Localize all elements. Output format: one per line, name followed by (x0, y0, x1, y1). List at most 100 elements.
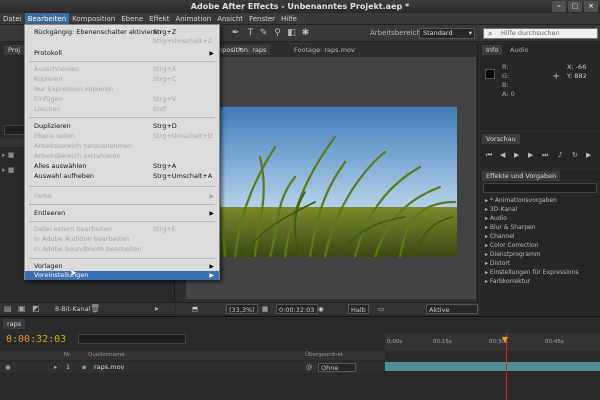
menu-item-lift-work-area[interactable]: Arbeitsbereich herausnehmen (25, 142, 219, 151)
menu-separator (29, 258, 215, 259)
first-frame-icon[interactable]: ⏮ (486, 150, 492, 160)
interpret-footage-icon[interactable]: ▤ (4, 304, 12, 314)
menu-item-label[interactable]: Farbe ▶ (25, 192, 219, 201)
tab-audio[interactable]: Audio (510, 45, 528, 55)
resolution-select[interactable]: Halb (348, 304, 369, 314)
timeline-search-input[interactable] (78, 334, 186, 344)
timeline-timecode[interactable]: 0:00:32:03 (6, 334, 66, 345)
menu-effekt[interactable]: Effekt (146, 13, 172, 24)
effects-category[interactable]: ▸ Color Correction (485, 242, 598, 250)
previous-frame-icon[interactable]: ◀ (500, 150, 505, 160)
menu-item-extract-work-area[interactable]: Arbeitsbereich extrahieren (25, 152, 219, 161)
column-source-name: Quellenname (88, 352, 125, 358)
text-tool-icon[interactable]: T (245, 28, 256, 39)
menu-item-select-all[interactable]: Alles auswählen Strg+A (25, 162, 219, 171)
info-g: G: (502, 72, 510, 80)
menu-hilfe[interactable]: Hilfe (278, 13, 300, 24)
menu-item-edit-in-soundbooth[interactable]: In Adobe Soundbooth bearbeiten (25, 245, 219, 254)
next-frame-icon[interactable]: ▶ (528, 150, 533, 160)
menu-item-redo[interactable]: Strg+Umschalt+Z (25, 37, 219, 46)
effects-category[interactable]: ▸ * Animationsvorgaben (485, 197, 598, 205)
column-nr: Nr. (64, 352, 72, 358)
ram-preview-icon[interactable]: ▶ (586, 150, 591, 160)
menu-item-edit-original[interactable]: Datei extern bearbeiten Strg+E (25, 225, 219, 234)
menu-item-duplicate[interactable]: Duplizieren Strg+D (25, 122, 219, 131)
menu-item-split-layer[interactable]: Ebene teilen Strg+Umschalt+D (25, 132, 219, 141)
menu-ansicht[interactable]: Ansicht (214, 13, 246, 24)
maximize-button[interactable]: □ (568, 1, 582, 12)
menu-item-undo[interactable]: Rückgängig: Ebenenschalter aktivieren Str… (25, 28, 219, 37)
effects-category[interactable]: ▸ Audio (485, 215, 598, 223)
effects-category[interactable]: ▸ Einstellungen für Expressions (485, 269, 598, 277)
composition-tab-select[interactable]: ▾ (236, 45, 266, 55)
layer-duration-bar[interactable] (385, 362, 600, 371)
loop-icon[interactable]: ↻ (572, 150, 578, 160)
menu-item-purge[interactable]: Entleeren ▶ (25, 209, 219, 218)
menu-fenster[interactable]: Fenster (246, 13, 278, 24)
region-of-interest-icon[interactable]: ▭ (378, 304, 384, 314)
menu-item-clear[interactable]: Löschen Entf (25, 105, 219, 114)
menu-ebene[interactable]: Ebene (118, 13, 146, 24)
layer-name[interactable]: raps.mov (94, 362, 124, 373)
last-frame-icon[interactable]: ⏭ (542, 150, 548, 160)
info-panel: Info Audio R: G: B: A: 0 + X: -66 Y: 882 (480, 43, 600, 130)
menu-item-history[interactable]: Protokoll ▶ (25, 49, 219, 58)
menu-item-paste[interactable]: Einfügen Strg+V (25, 95, 219, 104)
tab-footage[interactable]: Footage: raps.mov (294, 45, 355, 55)
pickwhip-icon[interactable]: @ (306, 362, 313, 373)
always-preview-icon[interactable]: ⬒ (192, 304, 198, 314)
parent-select[interactable]: Ohne (318, 363, 356, 372)
menu-item-preferences[interactable]: Voreinstellungen ▶ (25, 271, 219, 280)
zoom-select[interactable]: (33,3%) (226, 304, 258, 314)
menu-item-edit-in-audition[interactable]: In Adobe Audition bearbeiten (25, 235, 219, 244)
safe-zones-icon[interactable]: ▦ (262, 304, 268, 314)
puppet-tool-icon[interactable]: ✱ (300, 28, 311, 39)
bit-depth-label[interactable]: 8-Bit-Kanal (55, 303, 90, 315)
menu-item-copy[interactable]: Kopieren Strg+C (25, 75, 219, 84)
audio-icon[interactable]: ♪ (558, 150, 562, 160)
playhead-handle-icon[interactable]: ▼ (502, 335, 511, 344)
trash-icon[interactable]: 🗑 (90, 304, 100, 314)
minimize-button[interactable]: – (552, 1, 566, 12)
tab-info[interactable]: Info (482, 45, 503, 55)
ruler-tick: 00:15s (433, 339, 452, 345)
effects-search-input[interactable] (483, 183, 597, 193)
visibility-eye-icon[interactable]: ◉ (5, 362, 11, 373)
help-search-input[interactable]: Hilfe durchsuchen (483, 28, 598, 39)
effects-category[interactable]: ▸ Dienstprogramm (485, 251, 598, 259)
snapshot-icon[interactable]: ◉ (318, 304, 324, 314)
effects-category[interactable]: ▸ Blur & Sharpen (485, 224, 598, 232)
menu-item-copy-expression[interactable]: Nur Expression kopieren (25, 85, 219, 94)
timeline-layer-row[interactable]: ◉ ▸ 1 ▪ raps.mov @ Ohne (0, 362, 385, 373)
menu-item-templates[interactable]: Vorlagen ▶ (25, 262, 219, 271)
menu-item-deselect-all[interactable]: Auswahl aufheben Strg+Umschalt+A (25, 172, 219, 181)
tab-preview[interactable]: Vorschau (482, 134, 520, 144)
menu-komposition[interactable]: Komposition (69, 13, 118, 24)
menu-animation[interactable]: Animation (173, 13, 215, 24)
close-button[interactable]: × (584, 1, 598, 12)
pen-tool-icon[interactable]: ✒ (230, 28, 241, 39)
tab-timeline-raps[interactable]: raps (3, 319, 26, 329)
effects-category[interactable]: ▸ Farbkorrektur (485, 278, 598, 286)
stamp-tool-icon[interactable]: ⚲ (272, 28, 283, 39)
effects-category[interactable]: ▸ Channel (485, 233, 598, 241)
workspace-select[interactable]: Standard (419, 28, 475, 39)
new-composition-icon[interactable]: ◩ (32, 304, 40, 314)
play-icon[interactable]: ▶ (514, 150, 519, 160)
tab-project[interactable]: Proj (4, 45, 25, 55)
expand-layer-icon[interactable]: ▸ (54, 362, 57, 373)
tab-effects[interactable]: Effekte und Vorgaben (482, 171, 561, 181)
effects-category[interactable]: ▸ 3D-Kanal (485, 206, 598, 214)
menu-item-cut[interactable]: Ausschneiden Strg+X (25, 65, 219, 74)
eraser-tool-icon[interactable]: ◧ (286, 28, 297, 39)
effects-category[interactable]: ▸ Distort (485, 260, 598, 268)
camera-select[interactable]: Aktive Kamera (426, 304, 478, 324)
menu-bearbeiten[interactable]: Bearbeiten (24, 13, 70, 24)
composition-viewer[interactable] (186, 57, 476, 299)
scroll-right-icon[interactable]: ▸ (155, 304, 159, 314)
menu-datei[interactable]: Datei (0, 13, 25, 24)
comp-timecode[interactable]: 0:00:32:03 (276, 304, 318, 314)
new-folder-icon[interactable]: ▣ (18, 304, 26, 314)
brush-tool-icon[interactable]: ✎ (258, 28, 269, 39)
time-ruler[interactable]: 0:00s 00:15s 00:30s 00:45s (385, 333, 600, 351)
